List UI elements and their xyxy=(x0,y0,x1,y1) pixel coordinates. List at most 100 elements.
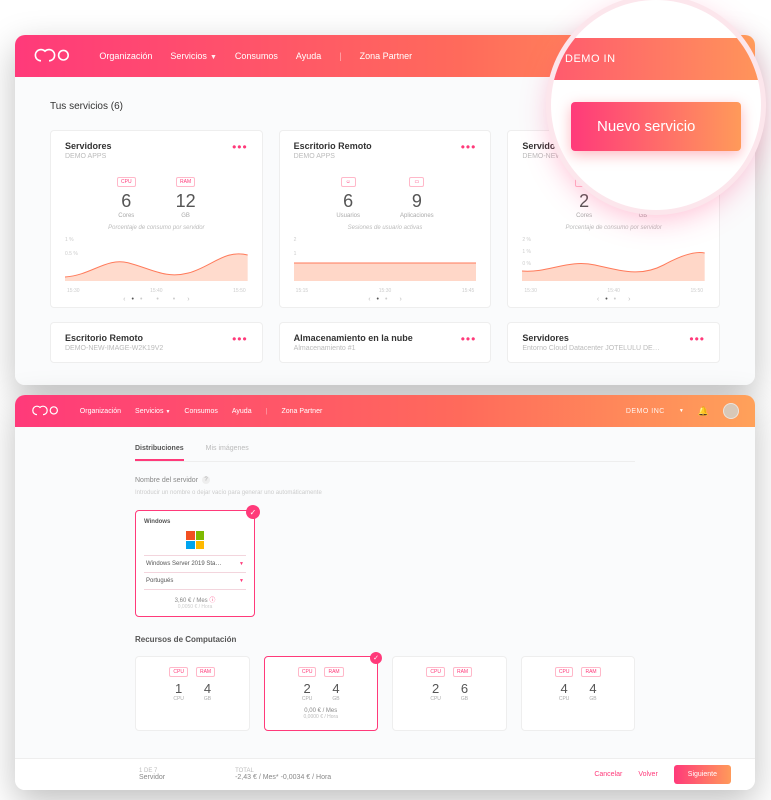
bell-icon[interactable]: 🔔 xyxy=(698,406,709,417)
card-subtitle: DEMO APPS xyxy=(65,153,112,160)
compute-option[interactable]: CPURAM 1CPU4GB xyxy=(135,656,250,731)
y-tick: 2 % xyxy=(522,237,531,243)
cores-label: Cores xyxy=(117,213,136,219)
tab-mis-imagenes[interactable]: Mis imágenes xyxy=(206,445,249,453)
cpu-chip-icon: CPU xyxy=(169,667,188,677)
chevron-right-icon[interactable]: › xyxy=(399,296,401,303)
magnifier-callout: DEMO IN Nuevo servicio xyxy=(551,0,761,210)
os-card-windows[interactable]: ✓ Windows Windows Server 2019 Sta…▼ Port… xyxy=(135,510,255,617)
compute-option-selected[interactable]: ✓ CPURAM 2CPU4GB 0,00 € / Mes0,0000 € / … xyxy=(264,656,379,731)
card-pager[interactable]: ‹••› xyxy=(294,296,477,303)
nav-ayuda[interactable]: Ayuda xyxy=(296,51,321,61)
main-nav: Organización Servicios▼ Consumos Ayuda |… xyxy=(80,408,323,415)
nav-servicios[interactable]: Servicios▼ xyxy=(135,408,170,415)
os-language-select[interactable]: Portugués xyxy=(146,578,173,584)
service-card-small[interactable]: Escritorio RemotoDEMO-NEW-IMAGE-W2K19V2 … xyxy=(50,322,263,363)
gb-label: GB xyxy=(332,696,339,702)
x-tick: 15:30 xyxy=(379,288,392,294)
nav-separator: | xyxy=(266,408,268,415)
gb-label: GB xyxy=(633,213,652,219)
tab-distribuciones[interactable]: Distribuciones xyxy=(135,445,184,461)
os-version-select[interactable]: Windows Server 2019 Sta… xyxy=(146,561,221,567)
apps-value: 9 xyxy=(400,191,434,212)
os-price-hour: 0,0050 € / Hora xyxy=(144,604,246,610)
check-icon: ✓ xyxy=(370,652,382,664)
cpu-value: 4 xyxy=(559,681,570,696)
chevron-down-icon[interactable]: ▼ xyxy=(679,408,684,414)
x-tick: 15:40 xyxy=(607,288,620,294)
server-name-label: Nombre del servidor xyxy=(135,477,198,484)
nav-organizacion[interactable]: Organización xyxy=(99,51,152,61)
account-name[interactable]: DEMO INC xyxy=(626,408,665,415)
service-card-small[interactable]: Almacenamiento en la nubeAlmacenamiento … xyxy=(279,322,492,363)
card-caption: Sesiones de usuario activas xyxy=(294,225,477,231)
wizard-content: Distribuciones Mis imágenes Nombre del s… xyxy=(15,427,755,758)
x-tick: 15:50 xyxy=(233,288,246,294)
avatar[interactable] xyxy=(723,403,739,419)
chevron-down-icon[interactable]: ▼ xyxy=(239,578,244,584)
gb-value: 4 xyxy=(332,681,339,696)
kebab-icon[interactable]: ••• xyxy=(461,141,477,153)
nav-ayuda[interactable]: Ayuda xyxy=(232,408,252,415)
cpu-label: CPU xyxy=(430,696,441,702)
gb-value: 12 xyxy=(176,191,196,212)
card-subtitle: DEMO APPS xyxy=(294,153,372,160)
windows-logo-icon xyxy=(186,531,204,549)
chevron-left-icon[interactable]: ‹ xyxy=(368,296,370,303)
nav-zona-partner[interactable]: Zona Partner xyxy=(281,408,322,415)
x-tick: 15:50 xyxy=(691,288,704,294)
back-button[interactable]: Volver xyxy=(638,771,657,778)
card-caption: Porcentaje de consumo por servidor xyxy=(65,225,248,231)
server-name-input[interactable]: Introducir un nombre o dejar vacío para … xyxy=(135,490,635,496)
chevron-left-icon[interactable]: ‹ xyxy=(597,296,599,303)
chevron-right-icon[interactable]: › xyxy=(187,296,189,303)
card-pager[interactable]: ‹•• • •› xyxy=(65,296,248,303)
cpu-label: CPU xyxy=(173,696,184,702)
monitor-icon: ▭ xyxy=(409,177,424,187)
x-tick: 15:30 xyxy=(67,288,80,294)
nav-servicios[interactable]: Servicios▼ xyxy=(170,51,216,61)
cores-label: Cores xyxy=(575,213,594,219)
next-button[interactable]: Siguiente xyxy=(674,765,731,784)
cancel-button[interactable]: Cancelar xyxy=(594,771,622,778)
new-service-button-large[interactable]: Nuevo servicio xyxy=(571,102,741,151)
nav-zona-partner[interactable]: Zona Partner xyxy=(360,51,413,61)
service-card-small[interactable]: ServidoresEntorno Cloud Datacenter JOTEL… xyxy=(507,322,720,363)
service-card[interactable]: Escritorio Remoto DEMO APPS ••• ☺6Usuari… xyxy=(279,130,492,308)
info-icon[interactable]: ? xyxy=(202,476,210,484)
kebab-icon[interactable]: ••• xyxy=(232,141,248,153)
chevron-right-icon[interactable]: › xyxy=(628,296,630,303)
cores-value: 2 xyxy=(575,191,594,212)
gb-label: GB xyxy=(176,213,196,219)
y-tick: 0.5 % xyxy=(65,251,78,257)
kebab-icon[interactable]: ••• xyxy=(689,333,705,352)
nav-consumos[interactable]: Consumos xyxy=(235,51,278,61)
os-title: Windows xyxy=(144,519,246,525)
logo-cloud-icon[interactable] xyxy=(33,48,71,64)
step-name: Servidor xyxy=(139,774,165,781)
card-pager[interactable]: ‹••› xyxy=(522,296,705,303)
gb-value: 4 xyxy=(589,681,596,696)
compute-option[interactable]: CPURAM 4CPU4GB xyxy=(521,656,636,731)
gb-value: 4 xyxy=(204,681,211,696)
usage-chart: 1 % 0.5 % 15:3015:4015:50 xyxy=(65,237,248,292)
kebab-icon[interactable]: ••• xyxy=(232,333,248,352)
logo-cloud-icon[interactable] xyxy=(31,405,60,417)
kebab-icon[interactable]: ••• xyxy=(461,333,477,352)
image-tabs: Distribuciones Mis imágenes xyxy=(135,445,635,462)
cpu-chip-icon: CPU xyxy=(298,667,317,677)
cpu-label: CPU xyxy=(559,696,570,702)
nav-organizacion[interactable]: Organización xyxy=(80,408,121,415)
service-card[interactable]: Servidores DEMO APPS ••• CPU6Cores RAM12… xyxy=(50,130,263,308)
gb-label: GB xyxy=(461,696,468,702)
compute-section-title: Recursos de Computación xyxy=(135,635,635,644)
x-tick: 15:15 xyxy=(296,288,309,294)
user-icon: ☺ xyxy=(341,177,356,187)
compute-option[interactable]: CPURAM 2CPU6GB xyxy=(392,656,507,731)
chevron-left-icon[interactable]: ‹ xyxy=(123,296,125,303)
nav-consumos[interactable]: Consumos xyxy=(184,408,217,415)
chevron-down-icon[interactable]: ▼ xyxy=(239,561,244,567)
magnified-header-fragment: DEMO IN xyxy=(551,38,761,80)
cpu-value: 1 xyxy=(173,681,184,696)
cpu-chip-icon: CPU xyxy=(426,667,445,677)
